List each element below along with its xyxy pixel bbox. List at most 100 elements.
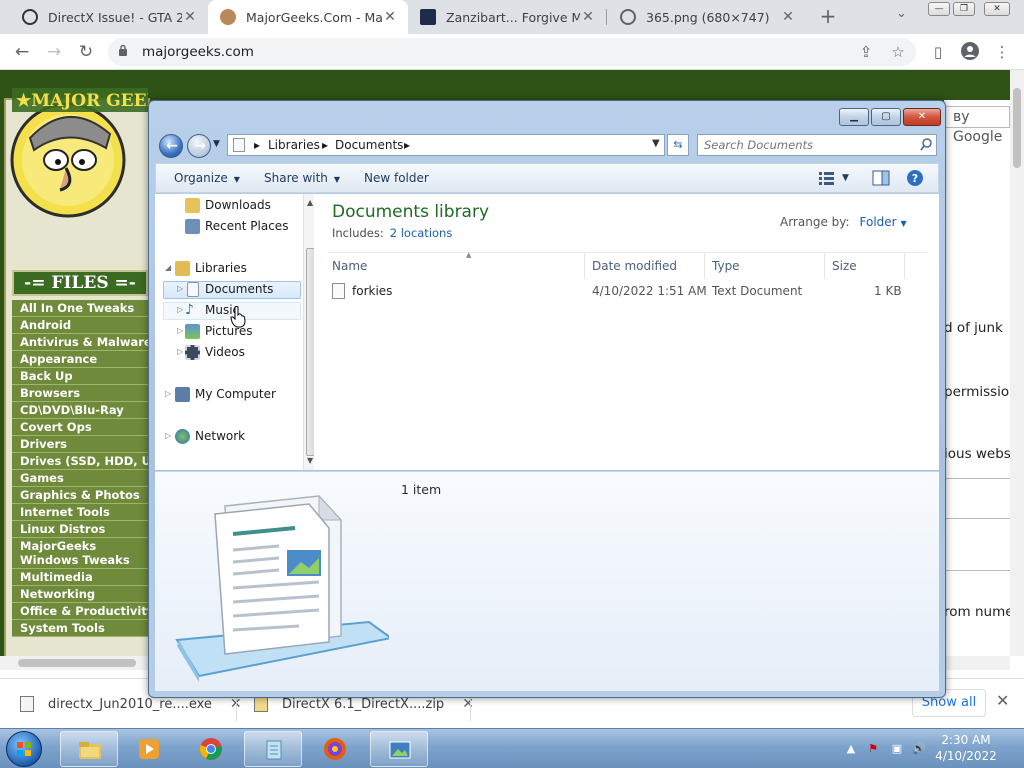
view-options-icon[interactable] <box>818 170 836 186</box>
breadcrumb-separator-icon[interactable]: ▸ <box>254 138 260 152</box>
column-header-size[interactable]: Size <box>832 259 857 273</box>
category-link[interactable]: CD\DVD\Blu-Ray <box>12 402 148 419</box>
action-center-icon[interactable]: ⚑ <box>866 742 880 756</box>
column-header-name[interactable]: Name <box>332 259 367 273</box>
refresh-button[interactable]: ⇆ <box>667 134 689 156</box>
nav-item-downloads[interactable]: Downloads <box>185 198 271 213</box>
category-link[interactable]: Internet Tools <box>12 504 148 521</box>
column-header-type[interactable]: Type <box>712 259 740 273</box>
column-divider[interactable] <box>904 253 905 279</box>
taskbar-chrome[interactable] <box>182 731 240 767</box>
nav-item-videos[interactable]: ▷ Videos <box>177 345 245 360</box>
network-icon[interactable]: ▣ <box>890 742 904 756</box>
taskbar-firefox[interactable] <box>306 731 364 767</box>
tab-directx-issue[interactable]: DirectX Issue! - GTA 2 - G ✕ <box>10 0 208 34</box>
preview-pane-icon[interactable] <box>872 170 890 186</box>
close-tab-icon[interactable]: ✕ <box>382 9 398 25</box>
close-tab-icon[interactable]: ✕ <box>580 9 596 25</box>
close-tab-icon[interactable]: ✕ <box>182 9 198 25</box>
collapsed-arrow-icon[interactable]: ▷ <box>165 431 171 440</box>
forward-arrow-icon[interactable]: → <box>42 40 66 64</box>
taskbar-media-player[interactable] <box>120 731 178 767</box>
file-row[interactable]: forkies 4/10/2022 1:51 AM Text Document … <box>328 282 928 302</box>
volume-icon[interactable]: 🔊 <box>912 742 926 756</box>
scroll-up-icon[interactable]: ▲ <box>307 198 313 207</box>
category-link[interactable]: Back Up <box>12 368 148 385</box>
new-tab-button[interactable]: + <box>816 4 840 28</box>
column-divider[interactable] <box>584 253 585 279</box>
nav-item-my-computer[interactable]: ▷ My Computer <box>165 387 276 402</box>
nav-item-documents[interactable]: ▷ Documents <box>177 282 273 297</box>
share-icon[interactable]: ⇪ <box>856 42 876 62</box>
category-link[interactable]: System Tools <box>12 620 148 637</box>
profile-avatar-icon[interactable] <box>960 42 980 62</box>
collapsed-arrow-icon[interactable]: ▷ <box>177 284 183 293</box>
back-button[interactable]: ← <box>159 134 183 158</box>
minimize-button[interactable]: ▁ <box>839 108 869 126</box>
search-box[interactable] <box>697 134 937 156</box>
category-link[interactable]: Multimedia <box>12 569 148 586</box>
share-with-button[interactable]: Share with ▼ <box>264 171 340 185</box>
nav-item-libraries[interactable]: ◢ Libraries <box>165 261 247 276</box>
category-link[interactable]: Drives (SSD, HDD, US <box>12 453 148 470</box>
close-icon[interactable]: ✕ <box>996 691 1009 710</box>
expanded-arrow-icon[interactable]: ◢ <box>165 263 171 272</box>
close-button[interactable]: ✕ <box>903 108 941 126</box>
side-panel-icon[interactable]: ▯ <box>928 42 948 62</box>
show-hidden-icons-icon[interactable]: ▲ <box>844 742 858 756</box>
address-bar[interactable]: ▸ Libraries ▸ Documents ▸ ▼ <box>227 134 665 156</box>
tab-365-png[interactable]: 365.png (680×747) ✕ <box>608 0 806 34</box>
category-link[interactable]: Drivers <box>12 436 148 453</box>
arrange-by-dropdown[interactable]: Folder ▼ <box>860 215 907 229</box>
search-input[interactable] <box>704 137 904 153</box>
back-arrow-icon[interactable]: ← <box>10 40 34 64</box>
address-history-chevron-icon[interactable]: ▼ <box>652 138 660 149</box>
close-icon[interactable]: ✕ <box>984 2 1010 16</box>
collapsed-arrow-icon[interactable]: ▷ <box>177 326 183 335</box>
restore-icon[interactable]: ❐ <box>953 2 975 16</box>
breadcrumb-documents[interactable]: Documents <box>335 138 403 152</box>
bookmark-star-icon[interactable]: ☆ <box>888 42 908 62</box>
scroll-thumb[interactable] <box>1013 88 1021 168</box>
tab-majorgeeks[interactable]: MajorGeeks.Com - Majo ✕ <box>208 0 408 34</box>
tab-search-chevron-icon[interactable]: ⌄ <box>896 6 907 21</box>
category-link[interactable]: Games <box>12 470 148 487</box>
column-divider[interactable] <box>824 253 825 279</box>
view-chevron-icon[interactable]: ▼ <box>842 173 849 183</box>
scroll-down-icon[interactable]: ▼ <box>307 456 313 465</box>
collapsed-arrow-icon[interactable]: ▷ <box>177 305 183 314</box>
page-scrollbar[interactable] <box>1010 70 1024 656</box>
organize-button[interactable]: Organize ▼ <box>174 171 240 185</box>
taskbar-explorer[interactable] <box>60 731 118 767</box>
locations-link[interactable]: 2 locations <box>390 226 453 240</box>
taskbar-notepad[interactable] <box>244 731 302 767</box>
google-search-box[interactable]: ву Google <box>944 106 1010 145</box>
close-tab-icon[interactable]: ✕ <box>780 9 796 25</box>
reload-icon[interactable]: ↻ <box>74 40 98 64</box>
nav-item-network[interactable]: ▷ Network <box>165 429 245 444</box>
category-link[interactable]: Android <box>12 317 148 334</box>
category-link[interactable]: All In One Tweaks <box>12 300 148 317</box>
chevron-up-icon[interactable]: ✕ <box>462 696 474 712</box>
category-link[interactable]: Antivirus & Malware <box>12 334 148 351</box>
help-icon[interactable]: ? <box>906 169 924 187</box>
column-header-date-modified[interactable]: Date modified <box>592 259 677 273</box>
category-link[interactable]: Linux Distros <box>12 521 148 538</box>
kebab-menu-icon[interactable]: ⋮ <box>992 42 1012 62</box>
taskbar-photo-viewer[interactable] <box>370 731 428 767</box>
forward-button[interactable]: → <box>187 134 211 158</box>
scroll-thumb[interactable] <box>18 659 136 667</box>
category-link[interactable]: MajorGeeks Windows Tweaks <box>12 538 148 569</box>
category-link[interactable]: Graphics & Photos <box>12 487 148 504</box>
tab-zanzibart[interactable]: Zanzibart... Forgive Me: D ✕ <box>408 0 606 34</box>
collapsed-arrow-icon[interactable]: ▷ <box>177 347 183 356</box>
category-link[interactable]: Browsers <box>12 385 148 402</box>
breadcrumb-separator-icon[interactable]: ▸ <box>404 138 410 152</box>
category-link[interactable]: Networking <box>12 586 148 603</box>
breadcrumb-separator-icon[interactable]: ▸ <box>322 138 328 152</box>
category-link[interactable]: Covert Ops <box>12 419 148 436</box>
nav-item-recent-places[interactable]: Recent Places <box>185 219 288 234</box>
new-folder-button[interactable]: New folder <box>364 171 429 185</box>
maximize-button[interactable]: ▢ <box>871 108 901 126</box>
recent-pages-chevron-icon[interactable]: ▼ <box>213 139 220 149</box>
